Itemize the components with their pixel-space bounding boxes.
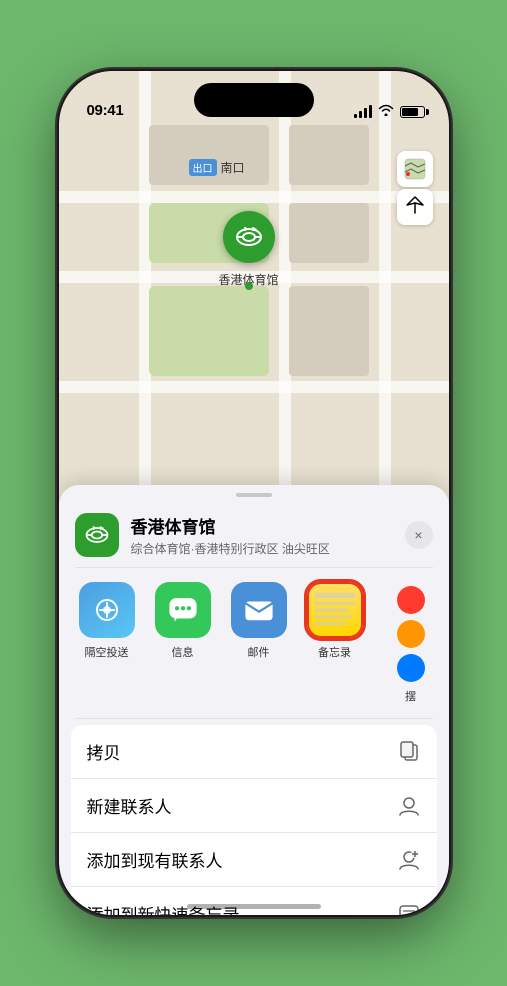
- bottom-sheet: 香港体育馆 综合体育馆·香港特别行政区 油尖旺区 ×: [59, 485, 449, 915]
- action-item-add-existing[interactable]: 添加到现有联系人: [71, 833, 437, 887]
- mail-icon: [231, 582, 287, 638]
- action-add-existing-text: 添加到现有联系人: [87, 847, 397, 872]
- map-controls: [397, 151, 433, 225]
- home-indicator: [187, 904, 321, 909]
- status-time: 09:41: [87, 102, 124, 119]
- location-header: 香港体育馆 综合体育馆·香港特别行政区 油尖旺区 ×: [59, 501, 449, 567]
- map-label-text: 南口: [221, 159, 245, 176]
- location-subtitle: 综合体育馆·香港特别行政区 油尖旺区: [131, 540, 393, 557]
- phone-screen: 09:41: [59, 71, 449, 915]
- phone-frame: 09:41: [59, 71, 449, 915]
- location-name: 香港体育馆: [131, 513, 393, 538]
- mail-label: 邮件: [248, 644, 270, 660]
- dynamic-island: [194, 83, 314, 117]
- map-type-button[interactable]: [397, 151, 433, 187]
- action-item-copy[interactable]: 拷贝: [71, 725, 437, 779]
- copy-icon: [397, 740, 421, 764]
- map-label: 出口 南口: [189, 159, 245, 176]
- location-button[interactable]: [397, 189, 433, 225]
- signal-icon: [354, 106, 372, 118]
- action-list: 拷贝 新建联系人: [71, 725, 437, 915]
- share-row: 隔空投送 信息: [59, 568, 449, 718]
- share-item-more[interactable]: 摆: [375, 582, 447, 704]
- messages-label: 信息: [172, 644, 194, 660]
- status-icons: [354, 104, 425, 119]
- action-item-new-contact[interactable]: 新建联系人: [71, 779, 437, 833]
- new-contact-icon: [397, 794, 421, 818]
- airdrop-label: 隔空投送: [85, 644, 129, 660]
- action-item-add-note[interactable]: 添加到新快速备忘录: [71, 887, 437, 915]
- map-label-badge: 出口: [189, 159, 217, 176]
- sheet-handle: [236, 493, 272, 497]
- battery-icon: [400, 106, 425, 118]
- airdrop-icon: [79, 582, 135, 638]
- action-new-contact-text: 新建联系人: [87, 793, 397, 818]
- notes-label: 备忘录: [318, 644, 351, 660]
- divider-2: [75, 718, 433, 719]
- stadium-pin[interactable]: 香港体育馆: [219, 211, 279, 288]
- share-item-notes[interactable]: 备忘录: [299, 582, 371, 704]
- wifi-icon: [378, 104, 394, 119]
- location-arrow-icon: [406, 196, 424, 219]
- messages-icon: [155, 582, 211, 638]
- action-copy-text: 拷贝: [87, 739, 397, 764]
- location-icon: [75, 513, 119, 557]
- share-item-mail[interactable]: 邮件: [223, 582, 295, 704]
- notes-icon: [307, 582, 363, 638]
- add-note-icon: [397, 902, 421, 916]
- close-button[interactable]: ×: [405, 521, 433, 549]
- share-item-airdrop[interactable]: 隔空投送: [71, 582, 143, 704]
- add-existing-icon: [397, 848, 421, 872]
- map-area: 出口 南口: [59, 71, 449, 501]
- share-item-messages[interactable]: 信息: [147, 582, 219, 704]
- more-label: 摆: [405, 688, 416, 704]
- pin-circle: [223, 211, 275, 263]
